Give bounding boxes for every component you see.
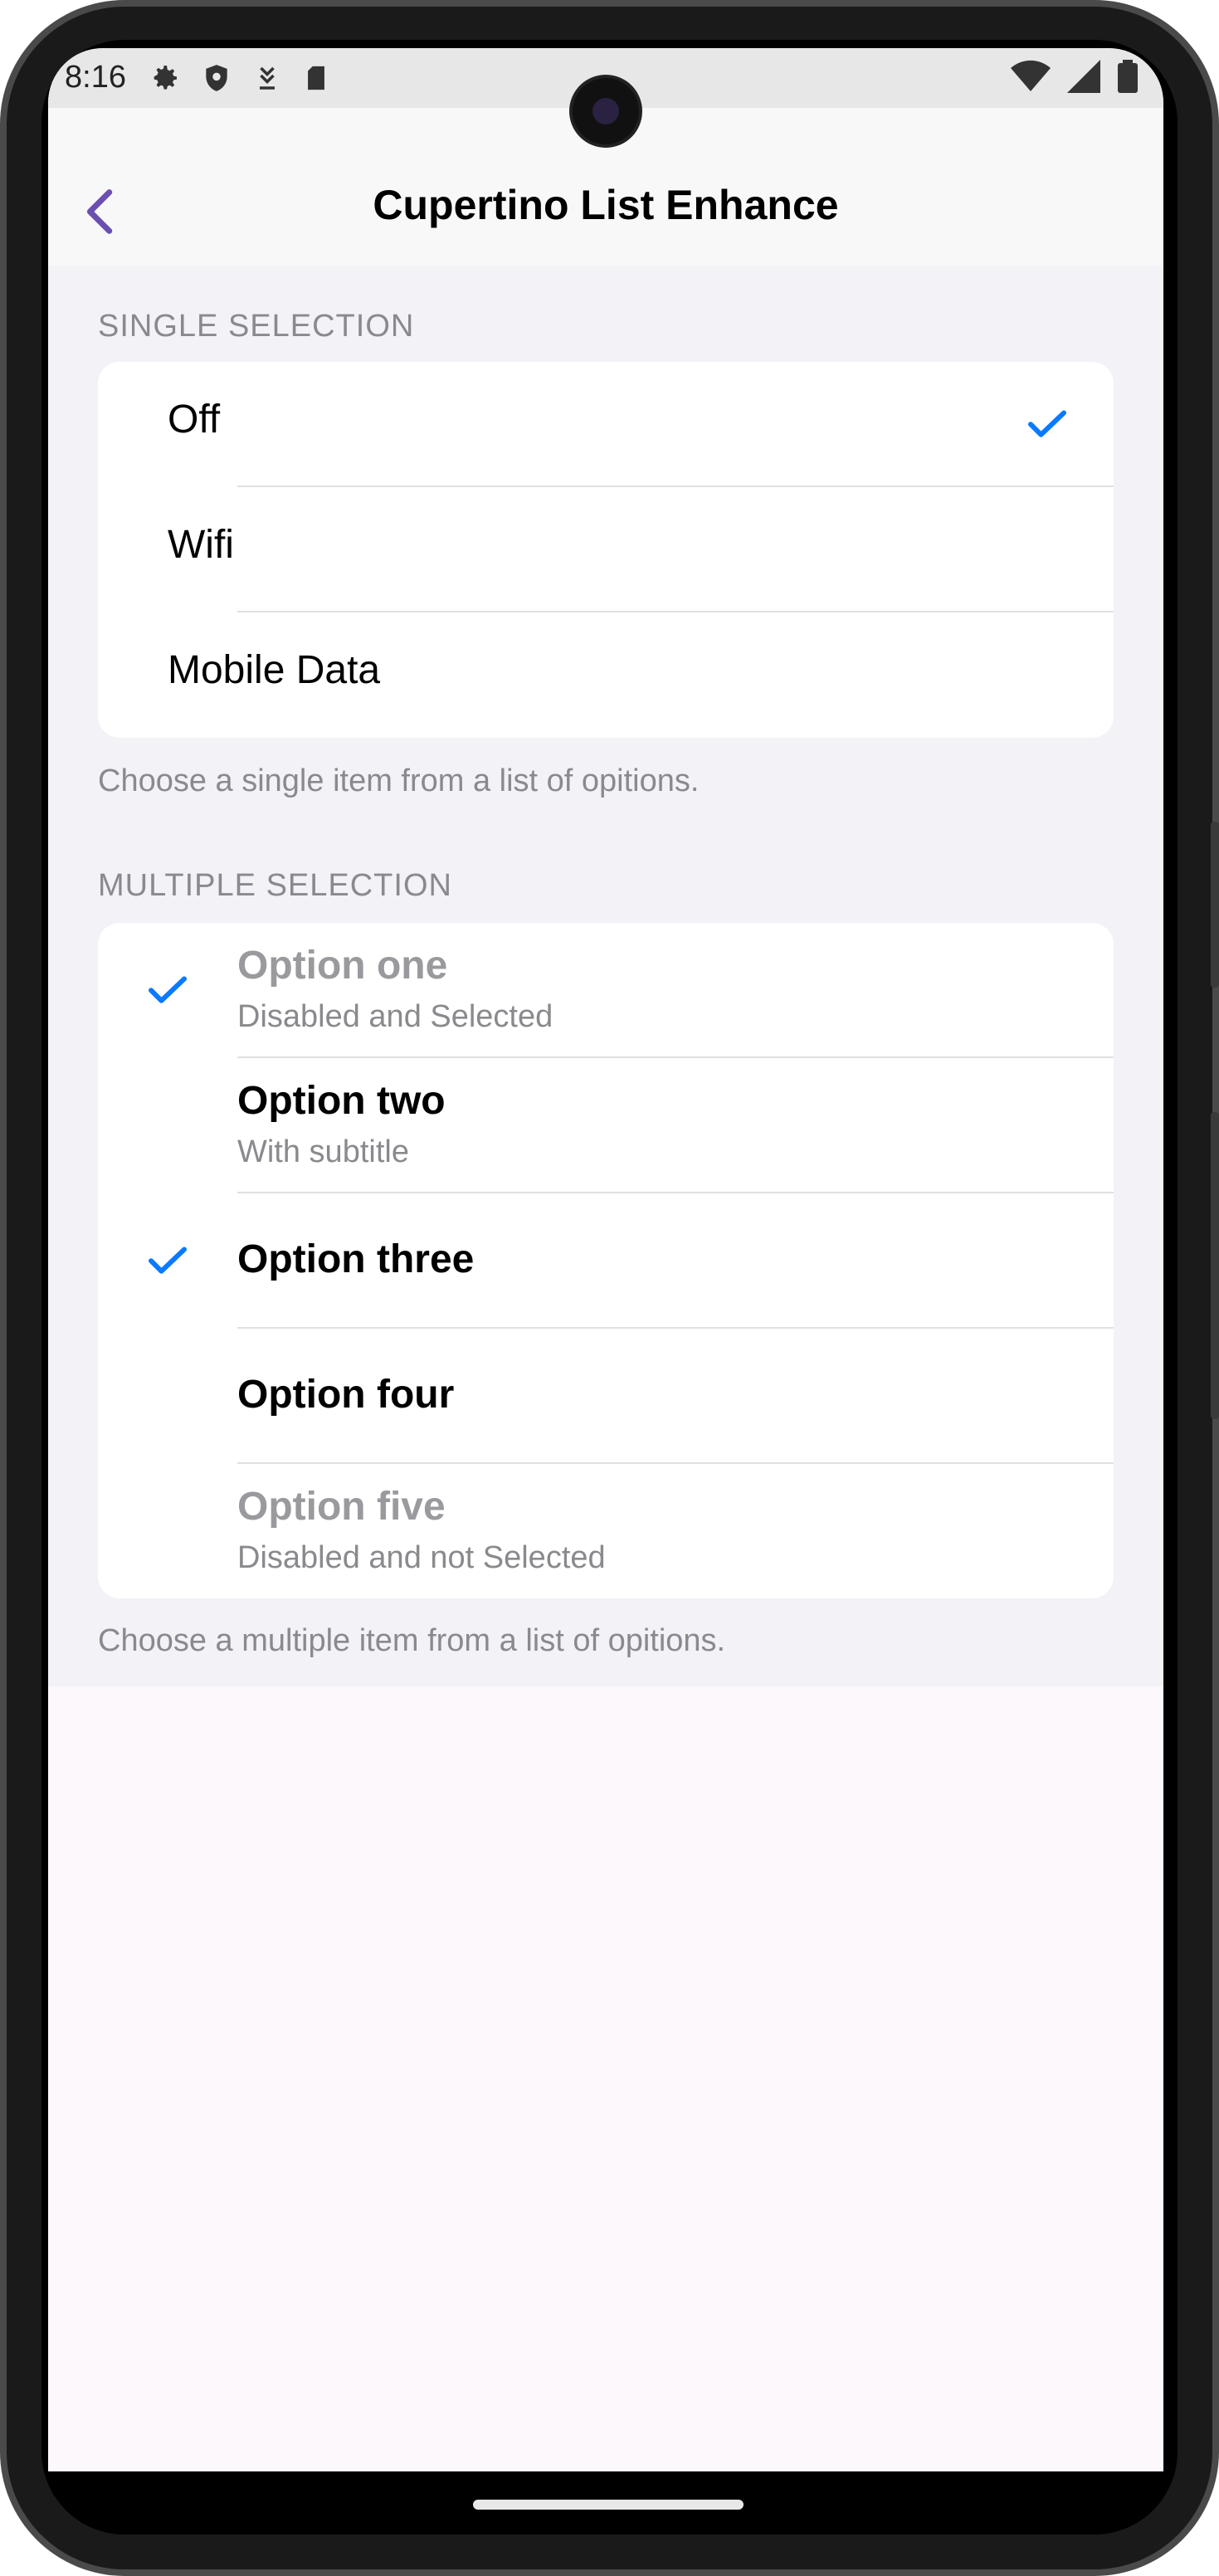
single-item-wifi[interactable]: Wifi [98,487,1114,612]
multiple-selection-header: MULTIPLE SELECTION [98,868,452,903]
single-selection-header: SINGLE SELECTION [98,309,415,344]
checkmark-icon [1028,410,1066,437]
sd-card-icon [308,66,324,90]
camera-lens [592,98,619,124]
multi-item-title: Option five [237,1485,446,1529]
front-camera [573,78,639,144]
multi-item-option-three[interactable]: Option three [98,1193,1114,1329]
multi-item-option-two[interactable]: Option two With subtitle [98,1058,1114,1193]
single-item-label: Mobile Data [168,648,381,692]
status-icons-right [1011,60,1139,93]
multi-item-title: Option two [237,1079,446,1123]
single-item-mobile-data[interactable]: Mobile Data [98,612,1114,738]
wifi-icon [1011,60,1051,91]
signal-icon [1067,60,1100,93]
multi-item-title: Option four [237,1373,455,1417]
download-icon [260,66,275,90]
multi-item-subtitle: Disabled and not Selected [237,1540,606,1575]
multi-item-option-four[interactable]: Option four [98,1329,1114,1464]
status-time: 8:16 [65,60,126,95]
status-icons-left [148,61,330,95]
home-indicator[interactable] [473,2500,744,2510]
multiple-selection-footer: Choose a multiple item from a list of op… [98,1623,726,1658]
list-content: SINGLE SELECTION Off Wifi Mobile Data Ch… [48,266,1163,1686]
multi-item-title: Option one [237,944,448,988]
page-title: Cupertino List Enhance [373,182,839,228]
checkmark-icon [149,976,187,1003]
checkmark-icon [149,1247,187,1274]
device-volume-button [1211,822,1219,988]
battery-icon [1118,60,1138,93]
multi-item-subtitle: Disabled and Selected [237,999,553,1034]
multi-item-subtitle: With subtitle [237,1134,409,1169]
single-selection-footer: Choose a single item from a list of opit… [98,764,700,798]
multiple-selection-list: Option one Disabled and Selected Option … [98,923,1114,1598]
multi-item-option-five: Option five Disabled and not Selected [98,1464,1114,1598]
screen: 8:16 Cupertino List Enhance SINGLE SELEC… [48,48,1163,2471]
single-item-off[interactable]: Off [98,362,1114,487]
single-selection-list: Off Wifi Mobile Data [98,362,1114,738]
single-item-label: Off [168,398,221,442]
gear-icon [154,66,177,90]
multi-item-title: Option three [237,1237,475,1281]
single-item-label: Wifi [168,523,234,567]
shield-icon [206,65,227,91]
multi-item-option-one: Option one Disabled and Selected [98,923,1114,1058]
device-power-button [1211,1112,1219,1419]
